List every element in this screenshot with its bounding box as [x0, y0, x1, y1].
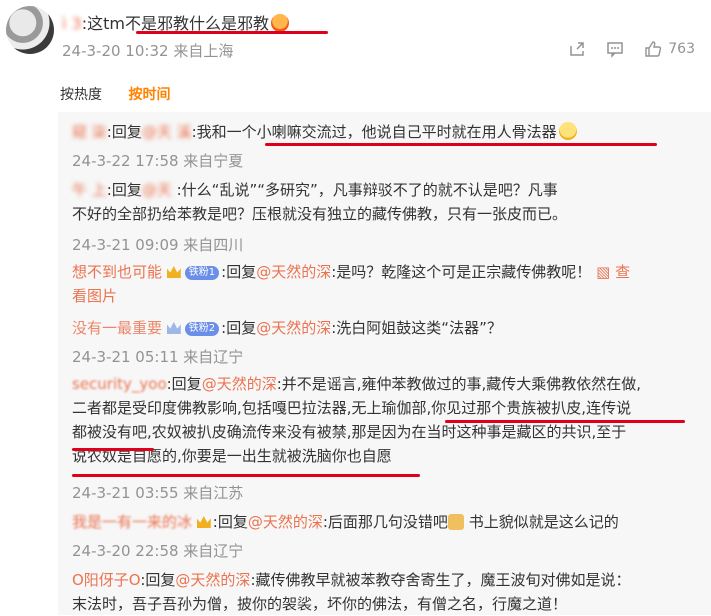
list-item: 我是一有一来的冰 :回复@天然的深:后面那几句没错吧 书上貌似就是这么记的	[72, 510, 711, 534]
reply-username[interactable]: security_yoo	[72, 375, 167, 393]
list-item: 窥 柒:回复@天 溪:我和一个小喇嘛交流过，他说自己平时就在用人骨法器	[72, 120, 711, 144]
reply-text: :洗白阿姐鼓这类“法器”？	[331, 319, 502, 337]
reply-prefix: :回复	[166, 375, 202, 393]
reply-prefix: :回复	[212, 513, 248, 531]
crown-icon	[166, 266, 181, 278]
annotation-underline	[72, 474, 420, 477]
thumbs-up-icon	[645, 41, 662, 57]
reply-target[interactable]: @天然的深	[256, 263, 331, 281]
reply-target[interactable]: @天然的深	[248, 513, 323, 531]
reply-target[interactable]: @天然的深	[175, 571, 250, 589]
reply-username[interactable]: 我是一有一来的冰	[72, 513, 192, 531]
reply-prefix: :回复	[221, 263, 257, 281]
crown-icon	[196, 516, 211, 528]
image-icon: ▧	[596, 263, 611, 281]
reply-target[interactable]: @天	[142, 181, 177, 199]
comment-actions: 763	[568, 40, 695, 58]
view-image-link-cont[interactable]: 看图片	[72, 284, 711, 308]
reply-username[interactable]: O阳伢子O	[72, 571, 140, 589]
avatar[interactable]	[6, 6, 54, 54]
reply-meta: 24-3-22 17:58 来自宁夏	[72, 152, 244, 170]
reply-username[interactable]: 午 上	[72, 181, 107, 199]
reply-prefix: :回复	[106, 123, 142, 141]
reply-text-cont: 说农奴是自愿的,你要是一出生就被洗脑你也自愿	[72, 447, 392, 465]
annotation-underline	[445, 420, 685, 423]
share-icon	[570, 42, 585, 56]
reply-text: :后面那几句没错吧	[322, 513, 448, 531]
list-item: 午 上:回复@天 :什么“乱说”“多研究”，凡事辩驳不了的就不认是吧？凡事 不好…	[72, 178, 711, 226]
reply-meta: 24-3-21 03:55 来自江苏	[72, 484, 244, 502]
reply-target[interactable]: @天然的深	[202, 375, 277, 393]
reply-meta: 24-3-20 22:58 来自辽宁	[72, 542, 244, 560]
reply-meta: 24-3-21 05:11 来自辽宁	[72, 348, 244, 366]
angry-emoji-icon	[270, 14, 289, 32]
reply-text-cont: 末法时，吾子吾孙为僧，披你的袈裟，坏你的佛法，有僧之名，行魔之道！	[72, 595, 568, 613]
reply-prefix: :回复	[221, 319, 257, 337]
reply-button[interactable]	[606, 40, 624, 58]
like-button[interactable]: 763	[644, 40, 695, 58]
tab-sort-by-hot[interactable]: 按热度	[60, 87, 102, 103]
comment-location: 来自上海	[173, 42, 234, 60]
tab-sort-by-time[interactable]: 按时间	[128, 87, 170, 103]
reply-text-cont: 二者都是受印度佛教影响,包括嘎巴拉法器,无上瑜伽部,你见过那个贵族被扒皮,连传说	[72, 399, 632, 417]
list-item: O阳伢子O:回复@天然的深:藏传佛教早就被苯教夺舍寄生了，魔王波旬对佛如是说： …	[72, 568, 711, 616]
share-button[interactable]	[568, 40, 586, 58]
reply-meta: 24-3-21 09:09 来自四川	[72, 236, 244, 254]
fan-badge: 铁粉2	[184, 322, 220, 336]
reply-text-cont: 不好的全部扔给苯教是吧？压根就没有独立的藏传佛教，只有一张皮而已。	[72, 205, 568, 223]
smirk-emoji-icon	[558, 122, 577, 140]
reply-text: :什么“乱说”“多研究”，凡事辩驳不了的就不认是吧？凡事	[176, 181, 558, 199]
reply-username[interactable]: 窥 柒	[72, 123, 107, 141]
annotation-underline	[265, 143, 657, 146]
reply-prefix: :回复	[140, 571, 176, 589]
reply-list: 窥 柒:回复@天 溪:我和一个小喇嘛交流过，他说自己平时就在用人骨法器 24-3…	[58, 112, 711, 615]
reply-text-after-icon: 书上貌似就是这么记的	[468, 513, 619, 531]
reply-prefix: :回复	[106, 181, 142, 199]
reply-username[interactable]: 想不到也可能	[72, 263, 162, 281]
list-item: 没有一最重要 铁粉2:回复@天然的深:洗白阿姐鼓这类“法器”？	[72, 316, 711, 340]
reply-text-cont: 都被没有吧,农奴被扒皮确流传来没有被禁,那是因为在当时这种事是藏区的共识,至于	[72, 423, 627, 441]
comment-meta: 24-3-20 10:32 来自上海	[62, 40, 233, 61]
sort-tabs: 按热度 按时间	[60, 84, 192, 104]
fan-badge: 铁粉1	[184, 266, 220, 280]
reply-text: :并不是谣言,雍仲苯教做过的事,藏传大乘佛教依然在做,	[276, 375, 642, 393]
comment-username[interactable]: ì 3	[62, 14, 82, 33]
reply-text: :藏传佛教早就被苯教夺舍寄生了，魔王波旬对佛如是说：	[250, 571, 631, 589]
reply-text: :我和一个小喇嘛交流过，他说自己平时就在用人骨法器	[191, 123, 557, 141]
comment-icon	[607, 42, 624, 58]
reply-target[interactable]: @天 溪	[142, 123, 192, 141]
like-count: 763	[668, 41, 695, 57]
list-item: 想不到也可能 铁粉1:回复@天然的深:是吗？乾隆这个可是正宗藏传佛教呢！ ▧ 查…	[72, 260, 711, 308]
annotation-underline	[72, 448, 154, 451]
book-emoji-icon	[447, 514, 464, 530]
annotation-underline	[136, 31, 328, 34]
comment-time: 24-3-20 10:32	[62, 42, 169, 60]
reply-username[interactable]: 没有一最重要	[72, 319, 162, 337]
view-image-link[interactable]: ▧ 查	[596, 263, 630, 281]
crown-icon	[166, 322, 181, 334]
reply-target[interactable]: @天然的深	[256, 319, 331, 337]
reply-text: :是吗？乾隆这个可是正宗藏传佛教呢！	[331, 263, 592, 281]
